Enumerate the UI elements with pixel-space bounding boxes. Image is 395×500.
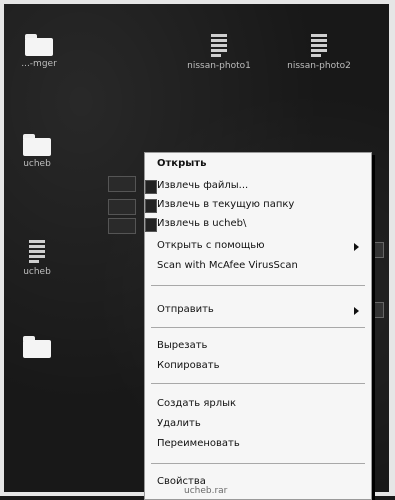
desktop-icon-label: nissan-photo1 bbox=[187, 61, 251, 71]
menu-gutter-box bbox=[108, 199, 136, 215]
archive-icon bbox=[145, 180, 157, 194]
folder-icon bbox=[25, 34, 53, 56]
submenu-arrow-icon bbox=[354, 307, 359, 315]
menu-item-scan[interactable]: Scan with McAfee VirusScan bbox=[157, 259, 298, 273]
desktop-archive-icon-1[interactable]: nissan-photo1 bbox=[174, 34, 264, 71]
desktop-folder-icon[interactable]: ...-mger bbox=[0, 34, 84, 69]
desktop-area: ...-mger nissan-photo1 nissan-photo2 uch… bbox=[0, 0, 395, 500]
menu-item-send-to[interactable]: Отправить bbox=[157, 303, 214, 317]
menu-item-open-with[interactable]: Открыть с помощью bbox=[157, 239, 265, 253]
menu-item-extract-files[interactable]: Извлечь файлы... bbox=[157, 179, 248, 193]
menu-item-extract-to[interactable]: Извлечь в ucheb\ bbox=[157, 217, 246, 231]
context-menu: Открыть Извлечь файлы... Извлечь в текущ… bbox=[144, 152, 372, 500]
desktop-icon-label: ...-mger bbox=[21, 59, 57, 69]
archive-icon bbox=[310, 34, 328, 58]
desktop-archive-icon-2[interactable]: nissan-photo2 bbox=[274, 34, 364, 71]
submenu-arrow-icon bbox=[354, 243, 359, 251]
archive-icon bbox=[145, 199, 157, 213]
menu-item-create-shortcut[interactable]: Создать ярлык bbox=[157, 397, 236, 411]
menu-item-delete[interactable]: Удалить bbox=[157, 417, 201, 431]
desktop-icon-label: ucheb bbox=[23, 267, 51, 277]
menu-separator bbox=[151, 463, 365, 464]
bottom-caption: ucheb.rar bbox=[184, 486, 228, 496]
menu-item-copy[interactable]: Копировать bbox=[157, 359, 219, 373]
desktop-archive-ucheb[interactable]: ucheb bbox=[0, 240, 82, 277]
desktop-folder-3[interactable] bbox=[0, 336, 82, 358]
archive-icon bbox=[145, 218, 157, 232]
menu-separator bbox=[151, 383, 365, 384]
menu-gutter-box bbox=[108, 218, 136, 234]
menu-item-extract-here[interactable]: Извлечь в текущую папку bbox=[157, 198, 294, 212]
menu-separator bbox=[151, 285, 365, 286]
folder-icon bbox=[23, 336, 51, 358]
menu-item-cut[interactable]: Вырезать bbox=[157, 339, 207, 353]
desktop-icon-label: nissan-photo2 bbox=[287, 61, 351, 71]
menu-item-open[interactable]: Открыть bbox=[157, 157, 206, 171]
menu-item-rename[interactable]: Переименовать bbox=[157, 437, 240, 451]
desktop-folder-ucheb[interactable]: ucheb bbox=[0, 134, 82, 169]
archive-icon bbox=[210, 34, 228, 58]
desktop-icon-label: ucheb bbox=[23, 159, 51, 169]
archive-icon bbox=[28, 240, 46, 264]
menu-gutter-box bbox=[108, 176, 136, 192]
folder-icon bbox=[23, 134, 51, 156]
menu-separator bbox=[151, 327, 365, 328]
